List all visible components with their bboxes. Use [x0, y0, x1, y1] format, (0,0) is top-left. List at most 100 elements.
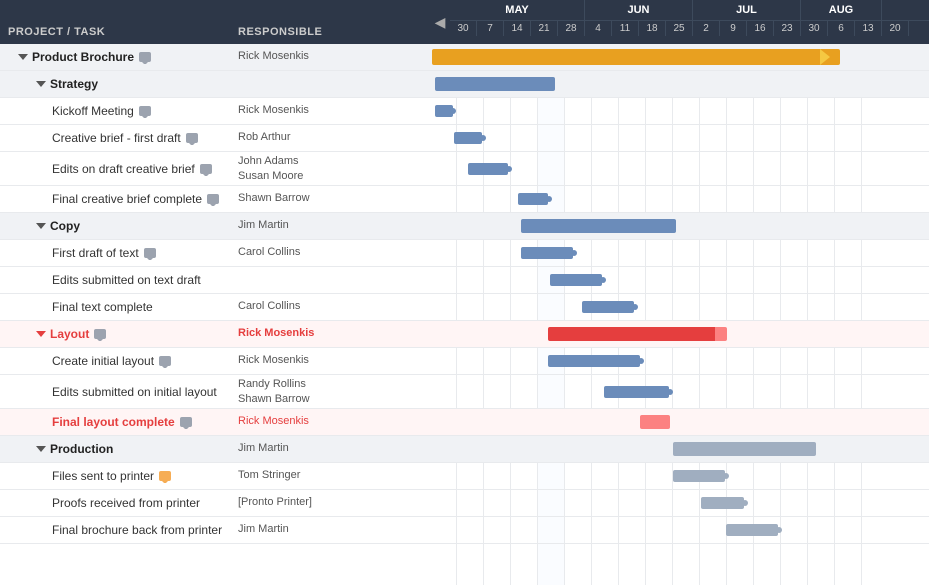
dot-edits-draft [506, 166, 512, 172]
row-strategy[interactable]: Strategy [0, 71, 430, 98]
expand-icon-copy [36, 223, 46, 229]
comment-icon-final-creative[interactable] [207, 194, 219, 204]
chart-row-product-brochure [430, 44, 929, 71]
bar-proofs [701, 497, 744, 509]
resp-final-creative: Shawn Barrow [230, 192, 430, 205]
comment-icon-creative-brief[interactable] [186, 133, 198, 143]
row-layout[interactable]: Layout Rick Mosenkis [0, 321, 430, 348]
date-13: 13 [855, 21, 882, 36]
bar-final-creative [518, 193, 548, 205]
date-23: 23 [774, 21, 801, 36]
row-kickoff[interactable]: Kickoff Meeting Rick Mosenkis [0, 98, 430, 125]
row-first-draft-text[interactable]: First draft of text Carol Collins [0, 240, 430, 267]
resp-production: Jim Martin [230, 442, 430, 455]
dot-final-creative [546, 196, 552, 202]
chart-row-creative-brief [430, 125, 929, 152]
date-16: 16 [747, 21, 774, 36]
month-jun: JUN [585, 0, 693, 20]
chart-row-edits-draft [430, 152, 929, 186]
chart-row-final-text [430, 294, 929, 321]
resp-layout: Rick Mosenkis [230, 327, 430, 340]
bar-creative-brief [454, 132, 482, 144]
resp-final-brochure: Jim Martin [230, 523, 430, 536]
resp-first-draft-text: Carol Collins [230, 246, 430, 259]
chart-row-first-draft [430, 240, 929, 267]
task-name-final-brochure: Final brochure back from printer [0, 523, 230, 537]
row-edits-layout[interactable]: Edits submitted on initial layout Randy … [0, 375, 430, 409]
dot-create-layout [638, 358, 644, 364]
bar-first-draft [521, 247, 573, 259]
task-name-final-layout: Final layout complete [0, 415, 230, 429]
chart-row-final-brochure [430, 517, 929, 544]
header-dates: 30 7 14 21 28 4 11 18 25 2 9 16 23 30 6 … [450, 21, 929, 36]
resp-final-text: Carol Collins [230, 300, 430, 313]
task-name-layout: Layout [0, 327, 230, 341]
date-6: 6 [828, 21, 855, 36]
bar-copy [521, 219, 676, 233]
comment-icon-create-layout[interactable] [159, 356, 171, 366]
nav-back-button[interactable]: ◀ [430, 0, 450, 44]
resp-kickoff: Rick Mosenkis [230, 104, 430, 117]
date-30: 30 [450, 21, 477, 36]
dot-edits-text [600, 277, 606, 283]
bar-final-layout [640, 415, 670, 429]
bar-strategy [435, 77, 555, 91]
task-name-final-text: Final text complete [0, 300, 230, 314]
date-18: 18 [639, 21, 666, 36]
bar-files-printer [673, 470, 725, 482]
comment-icon-first-draft-text[interactable] [144, 248, 156, 258]
date-7: 7 [477, 21, 504, 36]
comment-icon-kickoff[interactable] [139, 106, 151, 116]
row-copy[interactable]: Copy Jim Martin [0, 213, 430, 240]
task-name-final-creative: Final creative brief complete [0, 192, 230, 206]
task-name-edits-text: Edits submitted on text draft [0, 273, 230, 287]
row-final-text[interactable]: Final text complete Carol Collins [0, 294, 430, 321]
resp-create-layout: Rick Mosenkis [230, 354, 430, 367]
chart-row-final-layout [430, 409, 929, 436]
date-30b: 30 [801, 21, 828, 36]
gantt-header: PROJECT / TASK RESPONSIBLE ◀ MAY JUN JUL… [0, 0, 929, 44]
task-name-production: Production [0, 442, 230, 456]
comment-icon-files-printer[interactable] [159, 471, 171, 481]
task-name-kickoff: Kickoff Meeting [0, 104, 230, 118]
bar-edits-layout [604, 386, 669, 398]
comment-icon-product-brochure[interactable] [139, 52, 151, 62]
dot-final-brochure [776, 527, 782, 533]
month-may: MAY [450, 0, 585, 20]
bar-final-brochure [726, 524, 778, 536]
comment-icon-final-layout[interactable] [180, 417, 192, 427]
row-edits-draft[interactable]: Edits on draft creative brief John Adams… [0, 152, 430, 186]
bar-final-text [582, 301, 634, 313]
date-28: 28 [558, 21, 585, 36]
date-21: 21 [531, 21, 558, 36]
task-name-files-printer: Files sent to printer [0, 469, 230, 483]
chart-row-edits-layout [430, 375, 929, 409]
task-name-copy: Copy [0, 219, 230, 233]
dot-final-text [632, 304, 638, 310]
task-name-creative-brief: Creative brief - first draft [0, 131, 230, 145]
resp-copy: Jim Martin [230, 219, 430, 232]
row-production[interactable]: Production Jim Martin [0, 436, 430, 463]
gantt-container: PROJECT / TASK RESPONSIBLE ◀ MAY JUN JUL… [0, 0, 929, 585]
task-name-edits-draft: Edits on draft creative brief [0, 162, 230, 176]
row-final-brochure[interactable]: Final brochure back from printer Jim Mar… [0, 517, 430, 544]
comment-icon-edits-draft[interactable] [200, 164, 212, 174]
comment-icon-layout[interactable] [94, 329, 106, 339]
row-final-layout[interactable]: Final layout complete Rick Mosenkis [0, 409, 430, 436]
row-edits-text[interactable]: Edits submitted on text draft [0, 267, 430, 294]
gantt-body: Product Brochure Rick Mosenkis Strategy … [0, 44, 929, 585]
row-files-printer[interactable]: Files sent to printer Tom Stringer [0, 463, 430, 490]
row-create-layout[interactable]: Create initial layout Rick Mosenkis [0, 348, 430, 375]
dot-edits-layout [667, 389, 673, 395]
month-jul: JUL [693, 0, 801, 20]
bar-create-layout [548, 355, 640, 367]
task-name-product-brochure: Product Brochure [0, 50, 230, 64]
expand-icon-layout [36, 331, 46, 337]
row-creative-brief[interactable]: Creative brief - first draft Rob Arthur [0, 125, 430, 152]
dot-creative-brief [480, 135, 486, 141]
task-name-first-draft-text: First draft of text [0, 246, 230, 260]
row-final-creative[interactable]: Final creative brief complete Shawn Barr… [0, 186, 430, 213]
row-proofs[interactable]: Proofs received from printer [Pronto Pri… [0, 490, 430, 517]
row-product-brochure[interactable]: Product Brochure Rick Mosenkis [0, 44, 430, 71]
expand-icon-strategy [36, 81, 46, 87]
